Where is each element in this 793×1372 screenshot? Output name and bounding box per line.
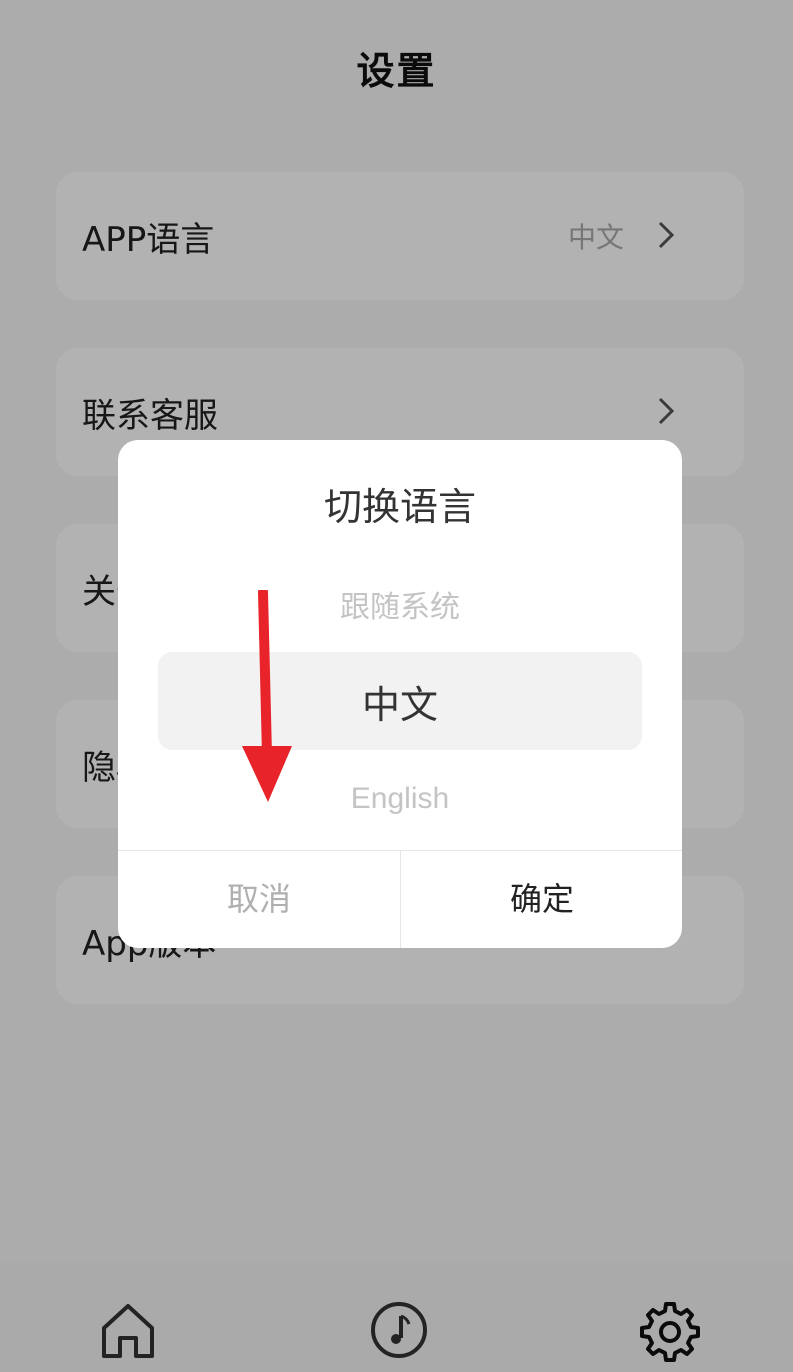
dialog-title: 切换语言 bbox=[323, 485, 476, 529]
language-option-chinese[interactable]: 中文 bbox=[118, 674, 682, 729]
language-option-follow-system[interactable]: 跟随系统 bbox=[118, 582, 682, 626]
language-dialog: 切换语言 跟随系统 中文 English 取消 确定 bbox=[118, 440, 682, 948]
confirm-button[interactable]: 确定 bbox=[401, 851, 682, 948]
language-option-english[interactable]: English bbox=[118, 782, 682, 816]
cancel-button[interactable]: 取消 bbox=[118, 851, 400, 948]
scroll-down-arrow-annotation bbox=[242, 590, 292, 802]
